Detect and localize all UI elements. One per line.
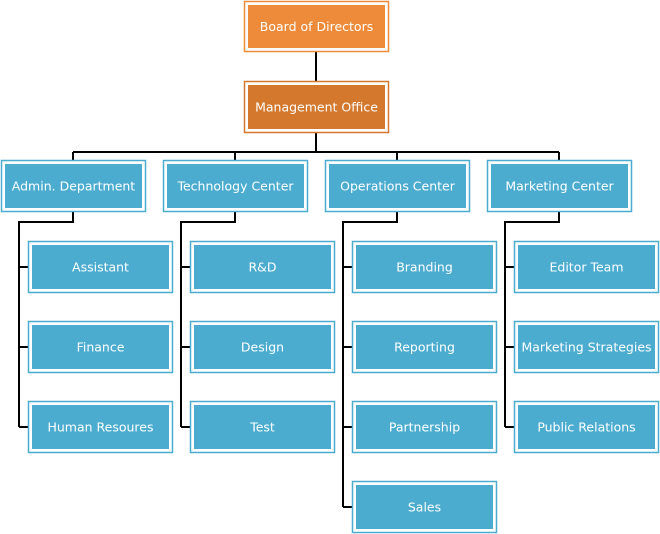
node-label: Human Resoures: [47, 420, 153, 435]
node-label: Operations Center: [340, 179, 456, 194]
node-label: Test: [249, 420, 275, 435]
node-label: Design: [241, 340, 284, 355]
node-label: Marketing Center: [505, 179, 614, 194]
node-team[interactable]: Finance: [27, 320, 174, 374]
node-label: Public Relations: [537, 420, 635, 435]
node-department[interactable]: Technology Center: [162, 159, 309, 213]
node-team[interactable]: Design: [189, 320, 336, 374]
node-label: Admin. Department: [12, 179, 136, 194]
node-team[interactable]: R&D: [189, 240, 336, 294]
node-department[interactable]: Marketing Center: [486, 159, 633, 213]
node-team[interactable]: Public Relations: [513, 400, 660, 454]
node-label: Editor Team: [549, 260, 623, 275]
node-label: Assistant: [72, 260, 129, 275]
node-label: Reporting: [394, 340, 455, 355]
node-label: Branding: [396, 260, 453, 275]
node-team[interactable]: Marketing Strategies: [513, 320, 660, 374]
node-label: Board of Directors: [260, 19, 373, 34]
org-chart: Board of Directors Management Office Admin…: [0, 0, 660, 534]
node-department[interactable]: Admin. Department: [0, 159, 147, 213]
node-team[interactable]: Sales: [351, 480, 498, 534]
node-management-office[interactable]: Management Office: [243, 80, 390, 134]
node-board-of-directors[interactable]: Board of Directors: [243, 0, 390, 53]
node-label: Technology Center: [176, 179, 294, 194]
node-label: Sales: [408, 500, 441, 515]
node-team[interactable]: Reporting: [351, 320, 498, 374]
node-label: Partnership: [389, 420, 460, 435]
node-team[interactable]: Human Resoures: [27, 400, 174, 454]
node-team[interactable]: Editor Team: [513, 240, 660, 294]
node-label: R&D: [248, 260, 276, 275]
node-team[interactable]: Assistant: [27, 240, 174, 294]
node-department[interactable]: Operations Center: [324, 159, 471, 213]
node-label: Finance: [77, 340, 125, 355]
node-label: Marketing Strategies: [521, 340, 651, 355]
node-team[interactable]: Branding: [351, 240, 498, 294]
node-team[interactable]: Test: [189, 400, 336, 454]
node-team[interactable]: Partnership: [351, 400, 498, 454]
node-label: Management Office: [255, 100, 378, 115]
